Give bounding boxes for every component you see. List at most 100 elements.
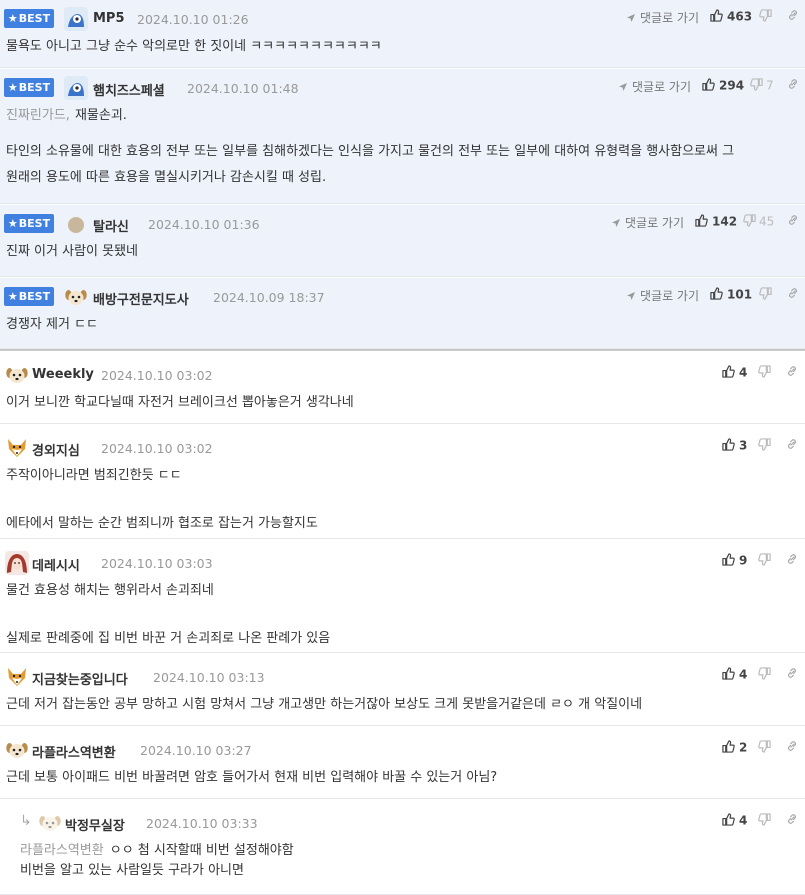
downvote-button[interactable] — [759, 9, 775, 25]
downvote-button[interactable] — [759, 287, 775, 303]
nickname[interactable]: Weeekly — [32, 367, 94, 382]
comment-text: 근데 보통 아이패드 비번 바꿀려면 암호 들어가서 현재 비번 입력해야 바꿀… — [6, 770, 498, 785]
comment-body: 라플라스역변환 ㅇㅇ 첨 시작할때 비번 설정해야함비번을 알고 있는 사람일듯 … — [20, 840, 797, 880]
comment-line: 근데 저거 잡는동안 공부 망하고 시험 망쳐서 그냥 개고생만 하는거잖아 보… — [6, 694, 797, 715]
best-badge-label: BEST — [18, 81, 51, 94]
comment-header: 지금찾는중입니다 2024.10.10 03:13 4 — [0, 665, 805, 691]
nickname[interactable]: 데레시시 — [32, 555, 80, 574]
link-icon[interactable] — [786, 438, 798, 453]
best-badge: ★BEST — [4, 9, 54, 28]
best-comment: ★BEST 탈라신 2024.10.10 01:36 댓글로 가기 142 45 진짜 이거… — [0, 205, 805, 277]
comment-text: ㅇㅇ 첨 시작할때 비번 설정해야함 — [109, 843, 294, 858]
comment: 경외지심 2024.10.10 03:02 3 주작이아니라면 범죄긴한듯 ㄷㄷ 에타에… — [0, 425, 805, 539]
downvote-button[interactable] — [758, 365, 771, 381]
link-icon[interactable] — [786, 553, 798, 568]
upvote-count: 9 — [739, 553, 748, 568]
upvote-button[interactable]: 294 — [702, 78, 744, 94]
upvote-button[interactable]: 4 — [722, 667, 747, 683]
timestamp: 2024.10.10 01:48 — [187, 81, 299, 96]
best-badge-label: BEST — [18, 290, 51, 303]
upvote-button[interactable]: 463 — [710, 9, 752, 25]
thumbs-up-icon — [722, 438, 735, 454]
downvote-button[interactable] — [758, 740, 771, 756]
go-to-reply-link[interactable]: 댓글로 가기 — [611, 214, 684, 231]
comment-text: 주작이아니라면 범죄긴한듯 ㄷㄷ — [6, 468, 182, 483]
go-to-reply-label: 댓글로 가기 — [640, 11, 700, 25]
upvote-button[interactable]: 4 — [722, 813, 747, 829]
avatar[interactable] — [5, 665, 29, 689]
star-icon: ★ — [7, 12, 18, 25]
nickname[interactable]: 탈라신 — [93, 216, 129, 235]
comment-line: 물건 효용성 해치는 행위라서 손괴죄네 — [6, 580, 797, 601]
comment-line: 진짜린가드, 재물손괴. — [6, 105, 797, 126]
upvote-button[interactable]: 2 — [722, 740, 747, 756]
link-icon[interactable] — [786, 365, 798, 380]
downvote-button[interactable] — [758, 667, 771, 683]
downvote-button[interactable]: 7 — [750, 78, 774, 94]
nickname[interactable]: MP5 — [93, 11, 125, 26]
comment-text: 경쟁자 제거 ㄷㄷ — [6, 317, 98, 332]
send-arrow-icon — [618, 81, 628, 95]
best-badge: ★BEST — [4, 287, 54, 306]
go-to-reply-link[interactable]: 댓글로 가기 — [626, 9, 699, 26]
thumbs-up-icon — [722, 365, 735, 381]
upvote-button[interactable]: 142 — [695, 214, 737, 230]
avatar[interactable] — [64, 212, 88, 236]
comment-body: 진짜린가드, 재물손괴. 타인의 소유물에 대한 효용의 전부 또는 일부를 침해하… — [6, 105, 797, 193]
comment-text: 근데 저거 잡는동안 공부 망하고 시험 망쳐서 그냥 개고생만 하는거잖아 보… — [6, 697, 643, 712]
send-arrow-icon — [611, 217, 621, 231]
avatar[interactable] — [5, 551, 29, 575]
comment-header: ★BEST 탈라신 2024.10.10 01:36 댓글로 가기 142 45 — [0, 212, 805, 238]
reply-target-nick[interactable]: 라플라스역변환 — [20, 843, 104, 858]
comment-body: 근데 저거 잡는동안 공부 망하고 시험 망쳐서 그냥 개고생만 하는거잖아 보… — [6, 694, 797, 715]
avatar[interactable] — [64, 285, 88, 309]
nickname[interactable]: 햄치즈스페셜 — [93, 80, 165, 99]
link-icon[interactable] — [786, 667, 798, 682]
thumbs-down-icon — [758, 740, 771, 756]
comment-line: 비번을 알고 있는 사람일듯 구라가 아니면 — [20, 860, 797, 880]
star-icon: ★ — [7, 290, 18, 303]
thumbs-down-icon — [759, 287, 772, 303]
upvote-button[interactable]: 101 — [710, 287, 752, 303]
go-to-reply-link[interactable]: 댓글로 가기 — [626, 287, 699, 304]
avatar[interactable] — [38, 811, 62, 835]
star-icon: ★ — [7, 217, 18, 230]
nickname[interactable]: 배방구전문지도사 — [93, 289, 189, 308]
nickname[interactable]: 라플라스역변환 — [32, 742, 116, 761]
link-icon[interactable] — [787, 78, 799, 93]
reply-target-nick[interactable]: 진짜린가드, — [6, 108, 70, 123]
go-to-reply-label: 댓글로 가기 — [640, 289, 700, 303]
link-icon[interactable] — [786, 740, 798, 755]
timestamp: 2024.10.10 03:02 — [101, 441, 213, 456]
best-comment: ★BEST 햄치즈스페셜 2024.10.10 01:48 댓글로 가기 294 7 진짜린… — [0, 69, 805, 204]
comment-text: 원래의 용도에 따른 효용을 멸실시키거나 감손시킬 때 성립. — [6, 170, 327, 185]
downvote-button[interactable] — [758, 438, 771, 454]
best-badge-label: BEST — [18, 12, 51, 25]
downvote-button[interactable] — [758, 813, 771, 829]
comment-line: 에타에서 말하는 순간 범죄니까 협조로 잡는거 가능할지도 — [6, 513, 797, 534]
nickname[interactable]: 경외지심 — [32, 440, 80, 459]
nickname[interactable]: 박정무실장 — [65, 815, 125, 834]
upvote-count: 4 — [739, 365, 748, 380]
link-icon[interactable] — [787, 214, 799, 229]
link-icon[interactable] — [787, 9, 799, 24]
comment-text: 물욕도 아니고 그냥 순수 악의로만 한 짓이네 ㅋㅋㅋㅋㅋㅋㅋㅋㅋㅋㅋ — [6, 39, 382, 54]
comment-body: 이거 보니깐 학교다닐때 자전거 브레이크선 뽑아놓은거 생각나네 — [6, 392, 797, 413]
avatar[interactable] — [64, 7, 88, 31]
avatar[interactable] — [64, 76, 88, 100]
avatar[interactable] — [5, 436, 29, 460]
comment-line — [6, 486, 797, 513]
link-icon[interactable] — [787, 287, 799, 302]
go-to-reply-link[interactable]: 댓글로 가기 — [618, 78, 691, 95]
downvote-button[interactable] — [758, 553, 771, 569]
nickname[interactable]: 지금찾는중입니다 — [32, 669, 128, 688]
upvote-button[interactable]: 9 — [722, 553, 747, 569]
comment-header: Weeekly 2024.10.10 03:02 4 — [0, 363, 805, 389]
avatar[interactable] — [5, 363, 29, 387]
comment: 지금찾는중입니다 2024.10.10 03:13 4 근데 저거 잡는동안 공부 망… — [0, 654, 805, 726]
avatar[interactable] — [5, 738, 29, 762]
downvote-button[interactable]: 45 — [743, 214, 774, 230]
link-icon[interactable] — [786, 813, 798, 828]
upvote-button[interactable]: 4 — [722, 365, 747, 381]
upvote-button[interactable]: 3 — [722, 438, 747, 454]
